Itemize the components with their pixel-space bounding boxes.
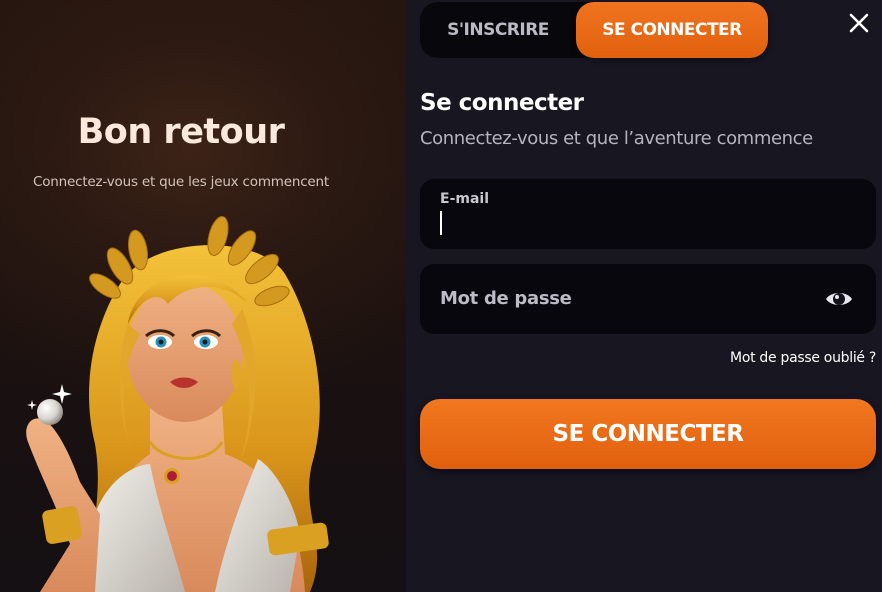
eye-icon [826, 293, 852, 305]
goddess-illustration [26, 216, 329, 592]
promo-subtitle: Connectez-vous et que les jeux commencen… [33, 174, 329, 190]
toggle-password-button[interactable] [822, 285, 856, 313]
form-title: Se connecter [420, 90, 584, 116]
email-field[interactable]: E-mail [420, 179, 876, 249]
email-label: E-mail [440, 191, 490, 207]
close-button[interactable] [844, 8, 874, 38]
password-placeholder: Mot de passe [440, 288, 572, 309]
forgot-password-link[interactable]: Mot de passe oublié ? [730, 350, 876, 366]
tab-login[interactable]: SE CONNECTER [576, 2, 768, 58]
password-field[interactable]: Mot de passe [420, 264, 876, 334]
email-input[interactable] [440, 213, 840, 235]
promo-title: Bon retour [77, 112, 285, 152]
tab-signup[interactable]: S'INSCRIRE [420, 2, 576, 58]
form-subtitle: Connectez-vous et que l’aventure commenc… [420, 128, 813, 149]
login-submit-button[interactable]: SE CONNECTER [420, 399, 876, 469]
auth-tabs: S'INSCRIRE SE CONNECTER [420, 2, 768, 58]
login-panel: S'INSCRIRE SE CONNECTER Se connecter Con… [406, 0, 882, 592]
close-icon [849, 13, 869, 33]
promo-panel: Bon retour Connectez-vous et que les jeu… [0, 0, 406, 592]
